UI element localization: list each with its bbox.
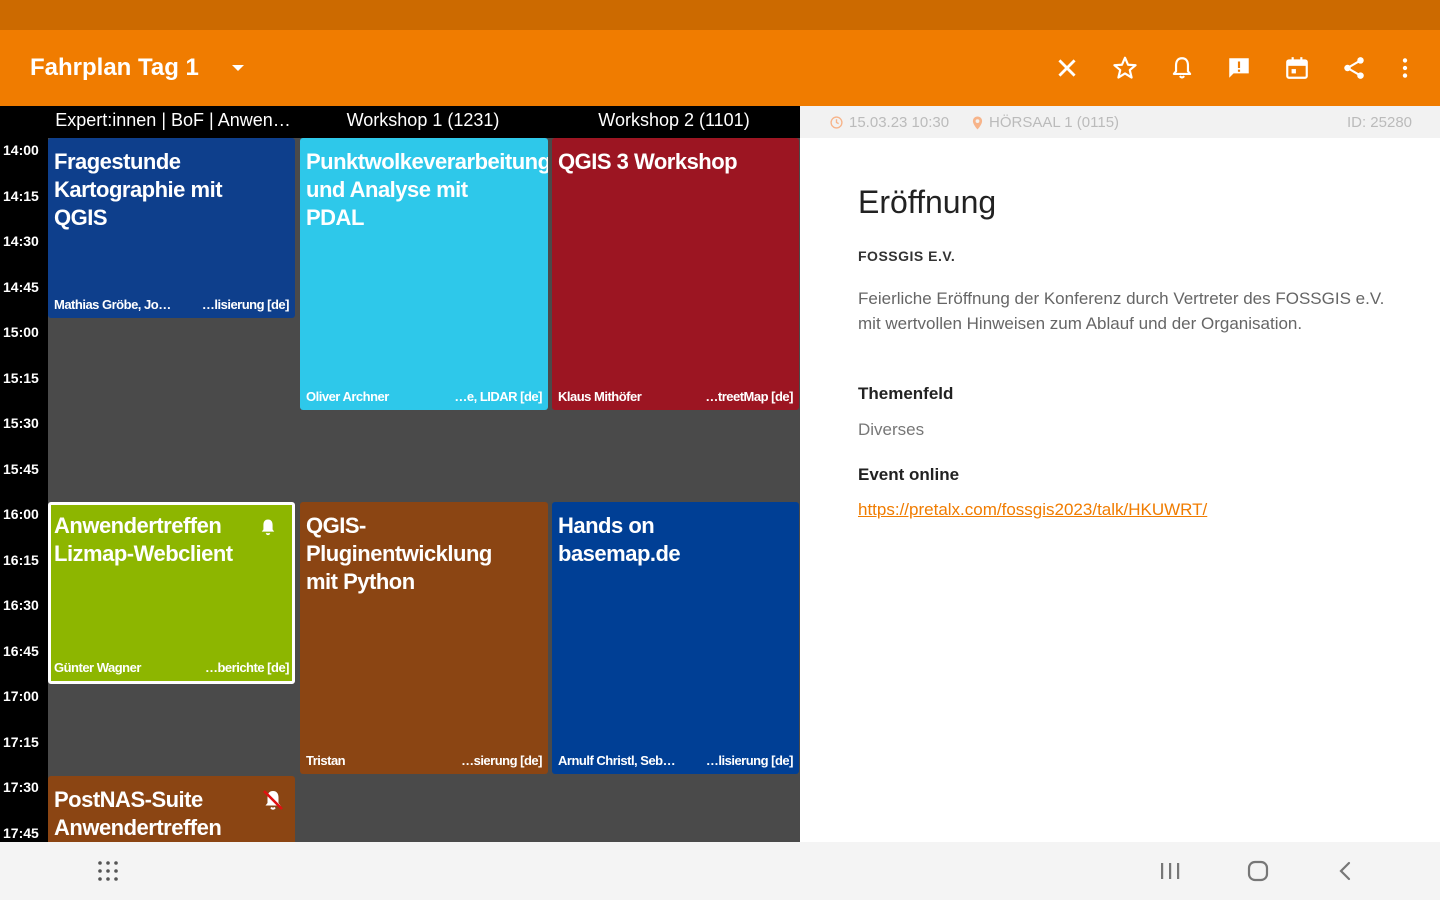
time-label: 16:45 (3, 643, 39, 659)
time-label: 17:45 (3, 825, 39, 841)
event-speaker: Oliver Archner (306, 389, 389, 404)
event-detail-pane: 15.03.23 10:30 HÖRSAAL 1 (0115) ID: 2528… (800, 106, 1440, 842)
time-column: 14:00 14:15 14:30 14:45 15:00 15:15 15:3… (0, 138, 48, 842)
event-card[interactable]: Fragestunde Kartographie mit QGIS Mathia… (48, 138, 295, 318)
event-date-text: 15.03.23 10:30 (849, 114, 950, 131)
event-track: …treetMap [de] (705, 389, 793, 404)
close-icon[interactable] (1051, 52, 1083, 84)
event-abstract: Feierliche Eröffnung der Konferenz durch… (858, 289, 1385, 333)
dropdown-caret-icon[interactable] (228, 58, 248, 78)
event-card[interactable]: Hands on basemap.de Arnulf Christl, Seb…… (552, 502, 799, 774)
app-toolbar: Fahrplan Tag 1 (0, 30, 1440, 106)
event-title: Punktwolkeverarbeitung und Analyse mit P… (306, 149, 548, 230)
more-vert-icon[interactable] (1389, 52, 1421, 84)
room-header: Expert:innen | BoF | Anwen… (55, 110, 291, 130)
event-track: …sierung [de] (461, 753, 542, 768)
location-pin-icon (972, 116, 983, 129)
schedule-grid[interactable]: Expert:innen | BoF | Anwen… Workshop 1 (… (0, 106, 800, 842)
calendar-icon[interactable] (1281, 52, 1313, 84)
event-title: Hands on basemap.de (558, 513, 681, 566)
online-heading: Event online (858, 465, 960, 484)
event-title-heading: Eröffnung (858, 184, 997, 220)
room-header: Workshop 1 (1231) (346, 110, 500, 130)
recents-icon[interactable] (1155, 856, 1185, 886)
star-icon[interactable] (1109, 52, 1141, 84)
time-label: 14:30 (3, 233, 39, 249)
time-label: 14:45 (3, 279, 39, 295)
event-track: …berichte [de] (204, 660, 290, 675)
toolbar-title: Fahrplan (30, 54, 132, 81)
time-label: 16:30 (3, 597, 39, 613)
event-speaker: Tristan (306, 753, 346, 768)
time-label: 15:00 (3, 324, 39, 340)
event-title: Fragestunde Kartographie mit QGIS (54, 149, 223, 230)
navigation-bar (0, 842, 1440, 900)
time-label: 17:30 (3, 779, 39, 795)
time-label: 14:00 (3, 142, 39, 158)
time-label: 16:00 (3, 506, 39, 522)
event-track: …lisierung [de] (705, 753, 794, 768)
event-speaker: Klaus Mithöfer (558, 389, 642, 404)
bell-icon (261, 519, 275, 536)
time-label: 17:15 (3, 734, 39, 750)
app-grid-icon[interactable] (93, 856, 123, 886)
event-card[interactable]: Anwendertreffen Lizmap-Webclient Günter … (48, 502, 295, 684)
event-speaker: Günter Wagner (54, 660, 141, 675)
event-online-link[interactable]: https://pretalx.com/fossgis2023/talk/HKU… (858, 500, 1207, 520)
status-bar (0, 0, 1440, 30)
time-label: 14:15 (3, 188, 39, 204)
event-speaker-name: FOSSGIS E.V. (858, 248, 956, 264)
bell-off-icon (263, 790, 283, 810)
event-card[interactable]: Punktwolkeverarbeitung und Analyse mit P… (300, 138, 548, 410)
event-room: HÖRSAAL 1 (0115) (972, 114, 1119, 131)
day-selector[interactable]: Tag 1 (138, 54, 199, 82)
event-speaker: Mathias Gröbe, Jo… (54, 297, 171, 312)
event-date: 15.03.23 10:30 (830, 114, 949, 131)
event-title: PostNAS-Suite Anwendertreffen (54, 787, 222, 840)
time-label: 16:15 (3, 552, 39, 568)
clock-icon (830, 116, 843, 129)
event-title: QGIS-Pluginentwicklung mit Python (306, 513, 492, 594)
event-track: …lisierung [de] (201, 297, 290, 312)
time-label: 15:30 (3, 415, 39, 431)
back-icon[interactable] (1331, 856, 1361, 886)
room-headers: Expert:innen | BoF | Anwen… Workshop 1 (… (48, 106, 800, 138)
event-card[interactable]: PostNAS-Suite Anwendertreffen (48, 776, 295, 842)
event-card[interactable]: QGIS 3 Workshop Klaus Mithöfer …treetMap… (552, 138, 799, 410)
time-label: 15:15 (3, 370, 39, 386)
share-icon[interactable] (1338, 52, 1370, 84)
time-label: 15:45 (3, 461, 39, 477)
topic-value: Diverses (858, 420, 925, 439)
event-id: ID: 25280 (1346, 114, 1412, 131)
event-speaker: Arnulf Christl, Seb… (558, 753, 676, 768)
room-header: Workshop 2 (1101) (598, 110, 750, 130)
event-card[interactable]: QGIS-Pluginentwicklung mit Python Trista… (300, 502, 548, 774)
home-icon[interactable] (1243, 856, 1273, 886)
bell-icon[interactable] (1166, 52, 1198, 84)
time-label: 17:00 (3, 688, 39, 704)
event-track: …e, LIDAR [de] (454, 389, 542, 404)
event-meta-bar: 15.03.23 10:30 HÖRSAAL 1 (0115) ID: 2528… (800, 106, 1440, 138)
topic-heading: Themenfeld (858, 384, 954, 403)
event-room-text: HÖRSAAL 1 (0115) (989, 114, 1120, 131)
feedback-icon[interactable] (1223, 52, 1255, 84)
event-title: Anwendertreffen Lizmap-Webclient (54, 513, 233, 566)
event-title: QGIS 3 Workshop (558, 149, 738, 174)
